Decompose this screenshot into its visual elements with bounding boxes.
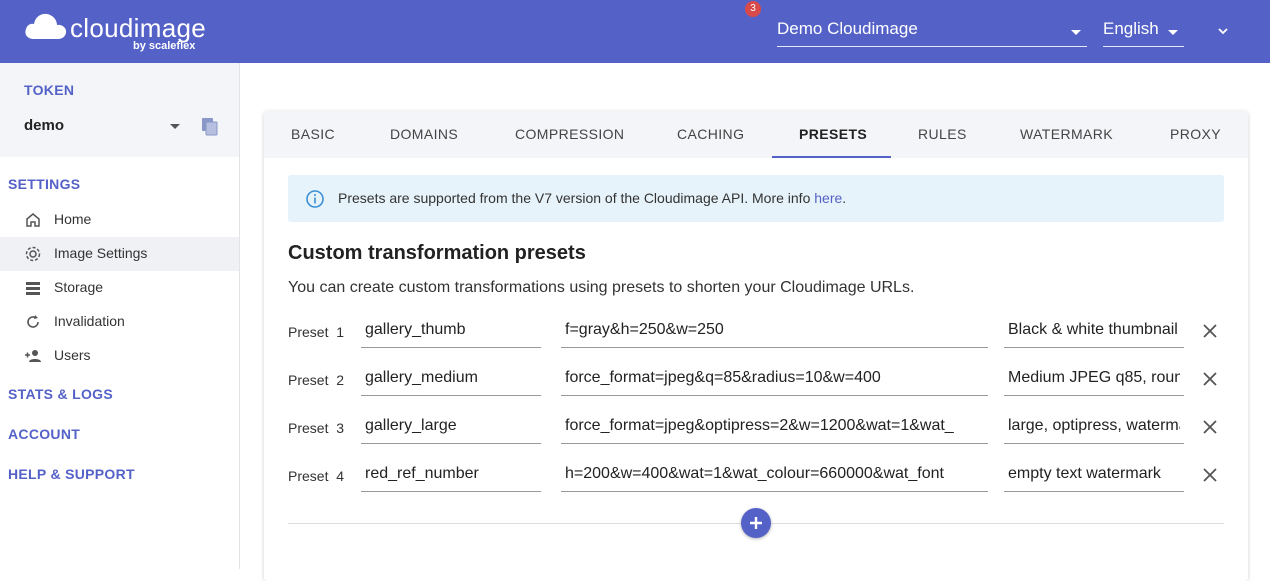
tab-domains[interactable]: DOMAINS: [390, 126, 458, 142]
copy-icon[interactable]: [200, 116, 220, 136]
info-icon: [306, 190, 324, 208]
preset-description-input[interactable]: [1004, 456, 1184, 492]
caret-down-icon: [1071, 30, 1081, 35]
sidebar-item-image-settings[interactable]: Image Settings: [0, 237, 239, 271]
gear-icon: [25, 246, 41, 262]
preset-params-input[interactable]: [561, 456, 988, 492]
sidebar-item-home[interactable]: Home: [0, 203, 239, 237]
caret-down-icon[interactable]: [170, 124, 180, 129]
info-banner: Presets are supported from the V7 versio…: [288, 175, 1224, 222]
tab-watermark[interactable]: WATERMARK: [1020, 126, 1113, 142]
preset-description-input[interactable]: [1004, 312, 1184, 348]
preset-row: Preset 3: [288, 408, 1224, 448]
refresh-icon: [27, 315, 39, 328]
info-here-link[interactable]: here: [814, 190, 842, 206]
sidebar-item-label: Invalidation: [54, 313, 125, 329]
notification-badge[interactable]: 3: [745, 1, 761, 17]
tab-basic[interactable]: BASIC: [291, 126, 335, 142]
stats-logs-section[interactable]: STATS & LOGS: [8, 386, 113, 402]
preset-row: Preset 4: [288, 456, 1224, 496]
logo-subtext: by scaleflex: [133, 40, 196, 52]
tab-proxy[interactable]: PROXY: [1170, 126, 1221, 142]
tab-caching[interactable]: CACHING: [677, 126, 744, 142]
chevron-down-icon[interactable]: [1216, 24, 1230, 38]
sidebar-item-label: Image Settings: [54, 245, 148, 261]
token-select[interactable]: demo: [24, 117, 64, 134]
token-label: TOKEN: [24, 82, 75, 98]
preset-name-input[interactable]: [361, 408, 541, 444]
sidebar-item-users[interactable]: Users: [0, 339, 239, 373]
close-icon[interactable]: [1202, 371, 1218, 387]
home-icon: [26, 213, 40, 227]
preset-row: Preset 1: [288, 312, 1224, 352]
account-section[interactable]: ACCOUNT: [8, 426, 80, 442]
preset-params-input[interactable]: [561, 312, 988, 348]
sidebar-item-storage[interactable]: Storage: [0, 271, 239, 305]
add-preset-button[interactable]: [741, 508, 771, 538]
storage-icon: [26, 282, 40, 295]
cloud-logo-icon: [25, 13, 67, 39]
plus-icon: [750, 517, 762, 529]
preset-name-input[interactable]: [361, 360, 541, 396]
close-icon[interactable]: [1202, 419, 1218, 435]
cloudimage-logo[interactable]: cloudimage by scaleflex: [24, 7, 214, 55]
project-select-value: Demo Cloudimage: [777, 19, 918, 38]
preset-label: Preset 2: [288, 372, 345, 388]
preset-name-input[interactable]: [361, 456, 541, 492]
settings-card: BASIC DOMAINS COMPRESSION CACHING PRESET…: [264, 111, 1248, 581]
tab-compression[interactable]: COMPRESSION: [515, 126, 624, 142]
preset-description-input[interactable]: [1004, 408, 1184, 444]
language-select-value: English: [1103, 19, 1159, 38]
preset-description-input[interactable]: [1004, 360, 1184, 396]
close-icon[interactable]: [1202, 467, 1218, 483]
section-description: You can create custom transformations us…: [288, 279, 915, 296]
close-icon[interactable]: [1202, 323, 1218, 339]
sidebar: TOKEN demo SETTINGS Home Image Settings …: [0, 63, 240, 569]
tab-bar: BASIC DOMAINS COMPRESSION CACHING PRESET…: [264, 111, 1248, 158]
settings-section[interactable]: SETTINGS: [8, 176, 80, 192]
tab-rules[interactable]: RULES: [918, 126, 967, 142]
sidebar-item-label: Home: [54, 211, 92, 227]
active-tab-indicator: [772, 156, 891, 158]
info-message: Presets are supported from the V7 versio…: [338, 190, 815, 206]
help-support-section[interactable]: HELP & SUPPORT: [8, 466, 135, 482]
preset-label: Preset 4: [288, 468, 345, 484]
caret-down-icon: [1168, 30, 1178, 35]
sidebar-item-invalidation[interactable]: Invalidation: [0, 305, 239, 339]
preset-name-input[interactable]: [361, 312, 541, 348]
project-select[interactable]: Demo Cloudimage: [777, 19, 1087, 47]
preset-params-input[interactable]: [561, 408, 988, 444]
users-icon: [25, 350, 41, 362]
preset-row: Preset 2: [288, 360, 1224, 400]
language-select[interactable]: English: [1103, 19, 1184, 47]
sidebar-item-label: Users: [54, 347, 91, 363]
preset-params-input[interactable]: [561, 360, 988, 396]
preset-label: Preset 3: [288, 420, 345, 436]
info-text: Presets are supported from the V7 versio…: [338, 190, 846, 206]
section-title: Custom transformation presets: [288, 242, 586, 264]
top-bar: cloudimage by scaleflex 3 Demo Cloudimag…: [0, 0, 1270, 63]
sidebar-item-label: Storage: [54, 279, 104, 295]
info-period: .: [842, 190, 847, 206]
token-panel: TOKEN demo: [0, 63, 239, 157]
tab-presets[interactable]: PRESETS: [799, 126, 867, 142]
preset-label: Preset 1: [288, 324, 345, 340]
